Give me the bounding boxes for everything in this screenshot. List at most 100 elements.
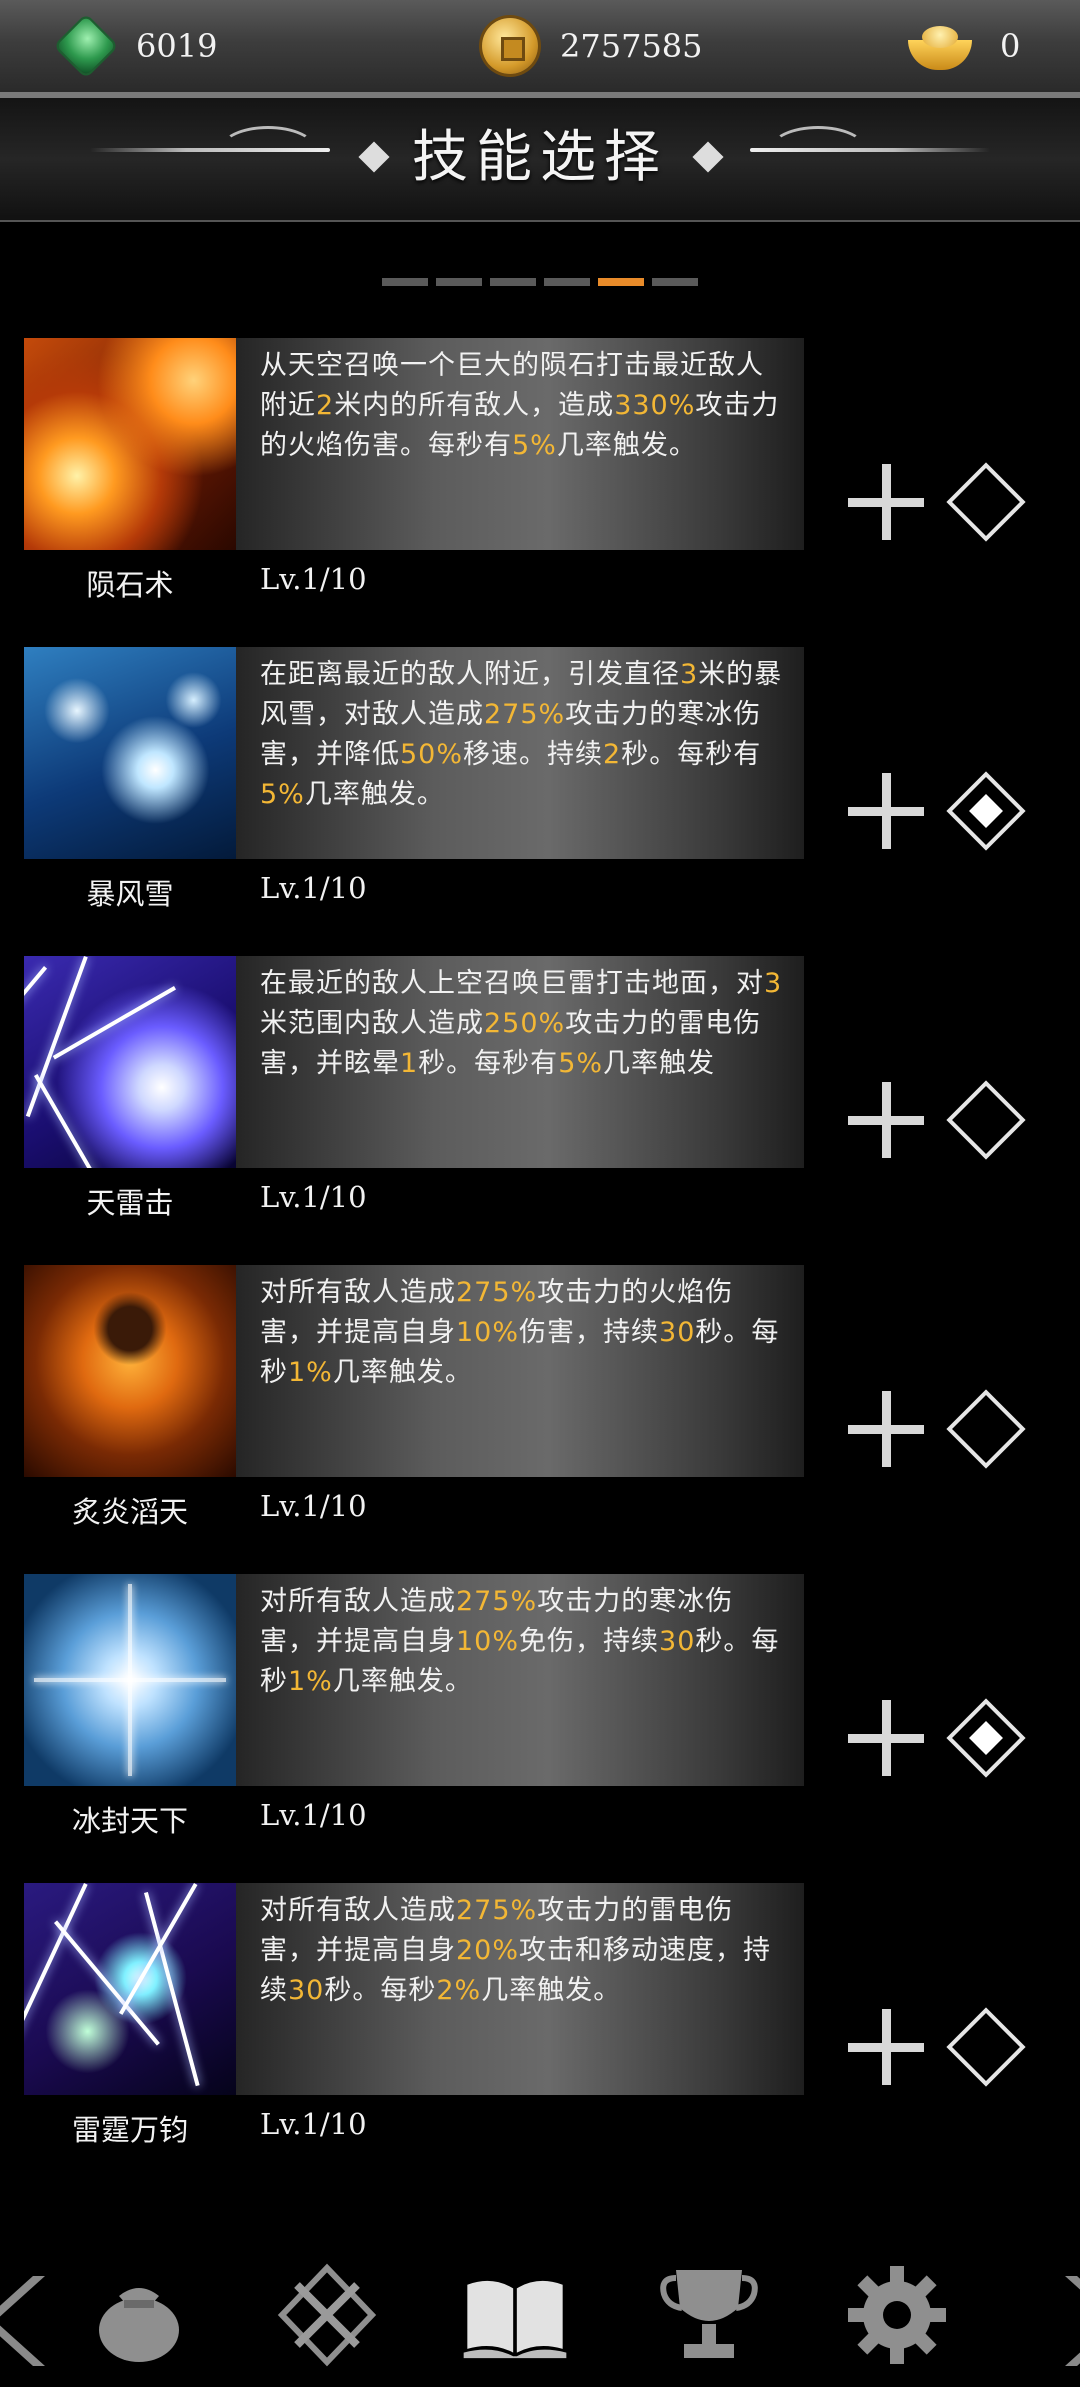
- skill-description-panel: 对所有敌人造成275%攻击力的寒冰伤害，并提高自身10%免伤，持续30秒。每秒1…: [236, 1574, 804, 1786]
- skill-description-text: 伤害，持续: [519, 1317, 660, 1348]
- lightning-bolt: [34, 1074, 98, 1168]
- skill-description-text: 米内的所有敌人，造成: [334, 390, 615, 421]
- skill-stat-value: 275%: [456, 1895, 538, 1926]
- nav-tab-skills[interactable]: [460, 2260, 580, 2370]
- skill-description: 在距离最近的敌人附近，引发直径3米的暴风雪，对敌人造成275%攻击力的寒冰伤害，…: [236, 647, 804, 815]
- skill-level: Lv.1/10: [260, 1798, 367, 1832]
- skill-description: 对所有敌人造成275%攻击力的雷电伤害，并提高自身20%攻击和移动速度，持续30…: [236, 1883, 804, 2011]
- skill-stat-value: 30: [659, 1317, 696, 1348]
- upgrade-plus-button[interactable]: [848, 2009, 924, 2085]
- skill-name: 陨石术: [86, 568, 174, 602]
- skill-description: 对所有敌人造成275%攻击力的寒冰伤害，并提高自身10%免伤，持续30秒。每秒1…: [236, 1574, 804, 1702]
- skill-description-text: 几率触发。: [332, 1357, 473, 1388]
- page-dot[interactable]: [544, 278, 590, 286]
- select-diamond-toggle[interactable]: [946, 1389, 1026, 1469]
- nav-tab-equipment[interactable]: [272, 2260, 382, 2370]
- coin-count: 2757585: [560, 27, 703, 65]
- skill-row: 从天空召唤一个巨大的陨石打击最近敌人附近2米内的所有敌人，造成330%攻击力的火…: [24, 338, 1064, 628]
- skill-stat-value: 50%: [400, 739, 464, 770]
- skill-stat-value: 10%: [456, 1626, 520, 1657]
- page-dot[interactable]: [382, 278, 428, 286]
- page-dot[interactable]: [652, 278, 698, 286]
- skill-description-text: 秒。每秒有: [621, 739, 762, 770]
- nav-right-arrow[interactable]: [1040, 2266, 1080, 2376]
- blizzard-art: [24, 647, 236, 859]
- nav-tab-settings[interactable]: [842, 2260, 952, 2370]
- select-diamond-toggle[interactable]: [946, 771, 1026, 851]
- select-diamond-toggle[interactable]: [946, 1080, 1026, 1160]
- skill-name: 炙炎滔天: [71, 1495, 188, 1529]
- diamond-outline-icon: [946, 462, 1026, 542]
- skill-description-text: 对所有敌人造成: [260, 1895, 456, 1926]
- skill-stat-value: 5%: [260, 779, 305, 810]
- lightning-bolt: [119, 1883, 198, 2015]
- skill-stat-value: 3: [680, 659, 699, 690]
- select-diamond-toggle[interactable]: [946, 1698, 1026, 1778]
- skill-description-panel: 在距离最近的敌人附近，引发直径3米的暴风雪，对敌人造成275%攻击力的寒冰伤害，…: [236, 647, 804, 859]
- skill-stat-value: 275%: [456, 1586, 538, 1617]
- gem-counter: 6019: [56, 0, 218, 92]
- coin-icon: [482, 18, 538, 74]
- skill-stat-value: 5%: [558, 1048, 604, 1079]
- skill-level: Lv.1/10: [260, 1489, 367, 1523]
- title-banner: 技能选择: [0, 98, 1080, 222]
- skill-description-panel: 从天空召唤一个巨大的陨石打击最近敌人附近2米内的所有敌人，造成330%攻击力的火…: [236, 338, 804, 550]
- skill-description-text: 几率触发。: [304, 779, 445, 810]
- currency-bar: 6019 2757585 0: [0, 0, 1080, 98]
- skill-level: Lv.1/10: [260, 2107, 367, 2141]
- skill-stat-value: 30: [659, 1626, 696, 1657]
- skill-row: 在距离最近的敌人附近，引发直径3米的暴风雪，对敌人造成275%攻击力的寒冰伤害，…: [24, 647, 1064, 937]
- thunder-art: [24, 956, 236, 1168]
- skill-description-text: 几率触发。: [481, 1975, 622, 2006]
- skill-description: 在最近的敌人上空召唤巨雷打击地面，对3米范围内敌人造成250%攻击力的雷电伤害，…: [236, 956, 804, 1084]
- gem-count: 6019: [136, 27, 218, 65]
- frost-art: [24, 1574, 236, 1786]
- bottom-nav: [0, 2240, 1080, 2387]
- page-dot[interactable]: [598, 278, 644, 286]
- skill-description-text: 对所有敌人造成: [260, 1277, 456, 1308]
- skill-description: 对所有敌人造成275%攻击力的火焰伤害，并提高自身10%伤害，持续30秒。每秒1…: [236, 1265, 804, 1393]
- skill-stat-value: 275%: [456, 1277, 538, 1308]
- upgrade-plus-button[interactable]: [848, 1700, 924, 1776]
- page-title: 技能选择: [412, 125, 668, 190]
- nav-tab-ranking[interactable]: [654, 2260, 764, 2370]
- page-dot[interactable]: [436, 278, 482, 286]
- skill-stat-value: 30: [288, 1975, 325, 2006]
- nav-left-arrow[interactable]: [0, 2266, 45, 2376]
- skill-row: 在最近的敌人上空召唤巨雷打击地面，对3米范围内敌人造成250%攻击力的雷电伤害，…: [24, 956, 1064, 1246]
- skill-row: 对所有敌人造成275%攻击力的雷电伤害，并提高自身20%攻击和移动速度，持续30…: [24, 1883, 1064, 2173]
- skill-stat-value: 275%: [484, 699, 566, 730]
- upgrade-plus-button[interactable]: [848, 773, 924, 849]
- ingot-count: 0: [1000, 27, 1021, 65]
- diamond-outline-icon: [946, 1080, 1026, 1160]
- skill-description-text: 对所有敌人造成: [260, 1586, 456, 1617]
- upgrade-plus-button[interactable]: [848, 1391, 924, 1467]
- skill-description-text: 移速。持续: [463, 739, 604, 770]
- upgrade-plus-button[interactable]: [848, 464, 924, 540]
- skill-description-panel: 对所有敌人造成275%攻击力的火焰伤害，并提高自身10%伤害，持续30秒。每秒1…: [236, 1265, 804, 1477]
- diamond-outline-icon: [946, 1389, 1026, 1469]
- bag-icon: [99, 2288, 179, 2362]
- select-diamond-toggle[interactable]: [946, 462, 1026, 542]
- page-dot[interactable]: [490, 278, 536, 286]
- skill-name: 暴风雪: [86, 877, 174, 911]
- skill-row: 对所有敌人造成275%攻击力的寒冰伤害，并提高自身10%免伤，持续30秒。每秒1…: [24, 1574, 1064, 1864]
- skill-stat-value: 1: [400, 1048, 419, 1079]
- skill-description-text: 秒。每秒有: [418, 1048, 559, 1079]
- skill-description-text: 几率触发。: [332, 1666, 473, 1697]
- ingot-counter: 0: [902, 0, 1020, 92]
- skill-name: 冰封天下: [71, 1804, 188, 1838]
- gold-ingot-icon: [902, 18, 978, 74]
- meteor-art: [24, 338, 236, 550]
- skill-description-text: 几率触发: [603, 1048, 716, 1079]
- skill-stat-value: 5%: [512, 430, 557, 461]
- skill-level: Lv.1/10: [260, 871, 367, 905]
- select-diamond-toggle[interactable]: [946, 2007, 1026, 2087]
- upgrade-plus-button[interactable]: [848, 1082, 924, 1158]
- skill-level: Lv.1/10: [260, 1180, 367, 1214]
- crossed-swords-icon: [277, 2263, 377, 2367]
- skill-stat-value: 2: [603, 739, 622, 770]
- nav-tab-bag[interactable]: [84, 2260, 194, 2370]
- skill-description-text: 米范围内敌人造成: [260, 1008, 484, 1039]
- lightning-bolt: [24, 1883, 88, 2085]
